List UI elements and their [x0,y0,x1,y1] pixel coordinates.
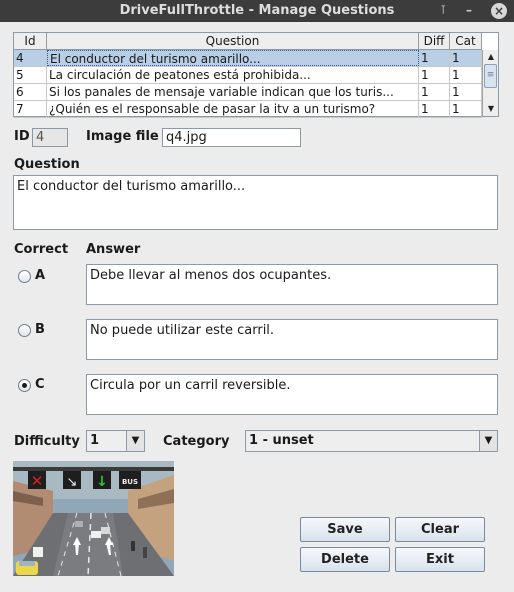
cell-cat: 1 [450,67,482,83]
bus-sign: BUS [122,478,138,486]
table-row[interactable]: 5 La circulación de peatones está prohib… [14,67,482,84]
image-file-input[interactable]: q4.jpg [162,128,301,147]
column-header-id[interactable]: Id [14,33,47,50]
exit-button[interactable]: Exit [395,547,485,572]
category-label: Category [163,434,230,449]
question-textarea[interactable]: El conductor del turismo amarillo... [13,175,498,230]
table-header: Id Question Diff Cat [14,33,482,50]
cell-question: Si los panales de mensaje variable indic… [47,84,419,100]
column-header-question[interactable]: Question [47,33,419,50]
red-x-sign: ✕ [31,472,44,490]
question-label: Question [14,157,80,172]
category-select[interactable]: 1 - unset ▼ [245,430,498,452]
answer-c-textarea[interactable]: Circula por un carril reversible. [86,374,498,415]
cell-id: 6 [14,84,47,100]
cell-diff: 1 [419,67,450,83]
answer-a-letter: A [35,268,46,283]
cell-diff: 1 [419,101,450,117]
answer-label: Answer [86,242,141,257]
answer-c-radio[interactable] [18,379,31,392]
cell-id: 4 [14,50,47,66]
id-field: 4 [32,128,68,147]
cell-cat: 1 [450,84,482,100]
cell-cat: 1 [450,101,482,117]
scroll-down-icon[interactable]: ▼ [483,102,499,116]
answer-a-textarea[interactable]: Debe llevar al menos dos ocupantes. [86,264,498,305]
cell-question: El conductor del turismo amarillo... [47,50,419,66]
pin-icon[interactable]: ⊺ [440,3,446,17]
difficulty-select[interactable]: 1 ▼ [86,430,145,452]
clear-button[interactable]: Clear [395,517,485,542]
image-file-label: Image file [86,129,159,144]
cell-question: ¿Quién es el responsable de pasar la itv… [47,101,419,117]
cell-question: La circulación de peatones está prohibid… [47,67,419,83]
table-row[interactable]: 6 Si los panales de mensaje variable ind… [14,84,482,101]
answer-b-letter: B [35,322,45,337]
column-header-diff[interactable]: Diff [419,33,450,50]
cell-cat: 1 [450,50,482,66]
answer-b-textarea[interactable]: No puede utilizar este carril. [86,319,498,360]
id-label: ID [14,129,30,144]
road-scene-illustration: ✕ ↘ ↓ BUS [13,461,174,576]
category-value: 1 - unset [249,433,314,448]
difficulty-label: Difficulty [14,434,80,449]
answer-b-radio[interactable] [18,324,31,337]
cell-id: 7 [14,101,47,117]
minimize-icon[interactable]: – [466,3,472,17]
table-row[interactable]: 7 ¿Quién es el responsable de pasar la i… [14,101,482,118]
answer-a-radio[interactable] [18,270,31,283]
window-title: DriveFullThrottle - Manage Questions [119,3,395,18]
question-image: ✕ ↘ ↓ BUS [13,461,174,576]
cell-diff: 1 [419,84,450,100]
close-icon[interactable]: × [491,3,507,19]
cell-id: 5 [14,67,47,83]
column-header-cat[interactable]: Cat [450,33,482,50]
difficulty-value: 1 [90,433,100,448]
answer-c-letter: C [35,377,45,392]
save-button[interactable]: Save [300,517,390,542]
table-row[interactable]: 4 El conductor del turismo amarillo... 1… [14,50,482,67]
chevron-down-icon[interactable]: ▼ [126,431,144,451]
cell-diff: 1 [419,50,450,66]
questions-table: Id Question Diff Cat 4 El conductor del … [13,32,499,118]
green-arrow-sign: ↓ [96,474,108,490]
title-bar: DriveFullThrottle - Manage Questions ⊺ –… [0,0,514,22]
correct-label: Correct [14,242,69,257]
diagonal-arrow-sign: ↘ [67,475,78,490]
table-scrollbar[interactable]: ▲ ≡ ▼ [482,50,498,116]
chevron-down-icon[interactable]: ▼ [479,431,497,451]
delete-button[interactable]: Delete [300,547,390,572]
scroll-up-icon[interactable]: ▲ [483,50,499,64]
scroll-thumb[interactable]: ≡ [484,64,497,88]
